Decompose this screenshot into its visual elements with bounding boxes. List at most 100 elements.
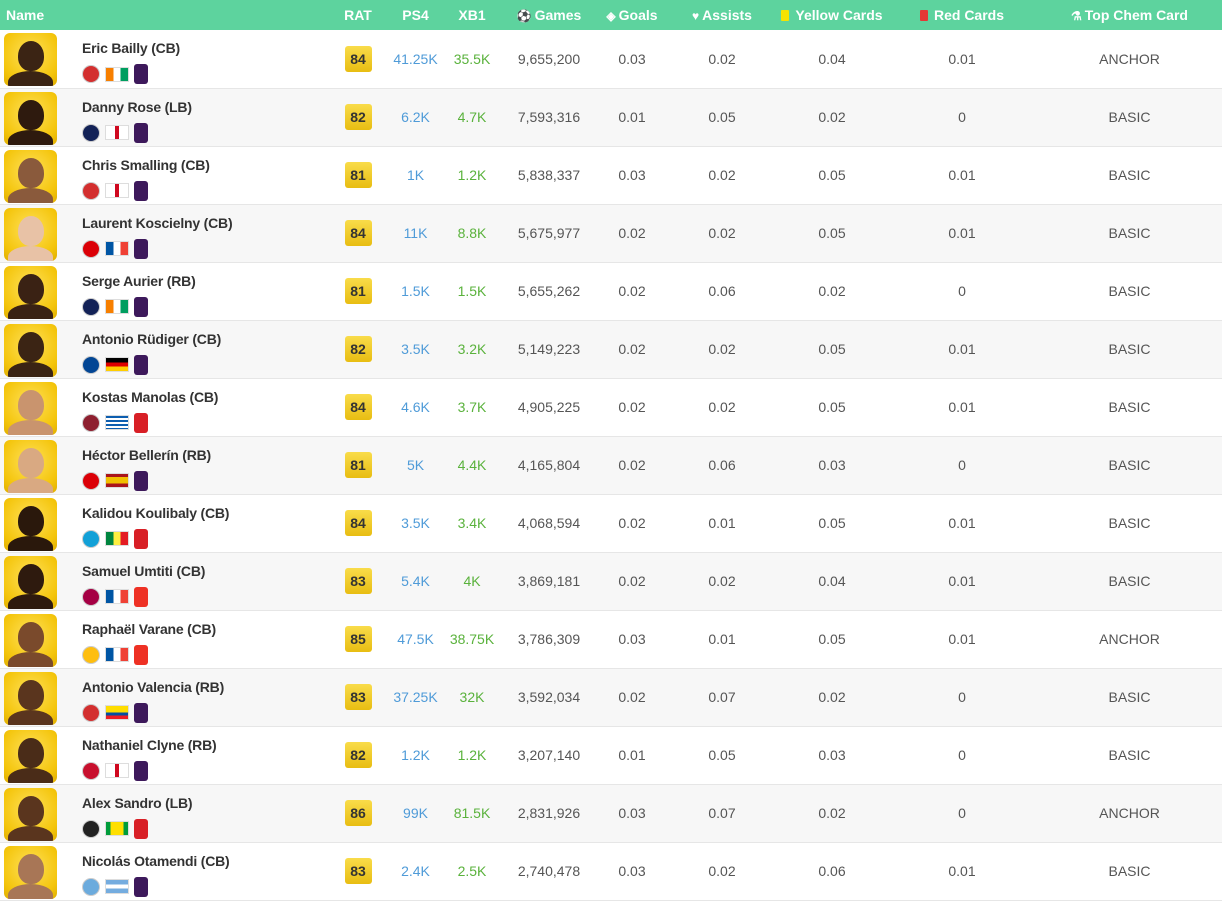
games-value: 3,786,309 [517,631,581,647]
player-name[interactable]: Kalidou Koulibaly (CB) [82,505,229,521]
rating-cell: 82 [328,320,388,378]
player-head [18,679,44,710]
games-value: 5,655,262 [517,283,581,299]
ps4-price: 6.2K [401,109,430,125]
col-header-xb1[interactable]: XB1 [443,0,501,30]
table-header-row: Name RAT PS4 XB1 ⚽ Games ◈ Goals ♥ Assists … [0,0,1222,30]
ps4-price: 1K [406,167,425,183]
col-header-ps4[interactable]: PS4 [388,0,443,30]
player-cell[interactable]: Samuel Umtiti (CB) [0,552,328,610]
player-name[interactable]: Eric Bailly (CB) [82,40,180,56]
rating-badge: 83 [344,684,372,710]
player-name[interactable]: Laurent Koscielny (CB) [82,215,233,231]
col-header-name[interactable]: Name [0,0,328,30]
player-cell[interactable]: Serge Aurier (RB) [0,262,328,320]
player-avatar[interactable] [4,671,57,725]
player-avatar[interactable] [4,381,57,435]
player-name[interactable]: Chris Smalling (CB) [82,157,210,173]
player-avatar[interactable] [4,33,57,86]
player-cell[interactable]: Raphaël Varane (CB) [0,610,328,668]
premier-league-logo-icon [134,180,148,201]
table-row[interactable]: Alex Sandro (LB) 86 99K 81.5K 2,831,926 … [0,784,1222,842]
player-head [18,215,44,246]
tottenham-badge-icon [82,297,100,316]
col-header-games[interactable]: ⚽ Games [501,0,597,30]
table-row[interactable]: Antonio Valencia (RB) 83 37.25K 32K 3,59… [0,668,1222,726]
table-row[interactable]: Eric Bailly (CB) 84 41.25K 35.5K 9,655,2… [0,30,1222,88]
player-name[interactable]: Nicolás Otamendi (CB) [82,853,230,869]
table-row[interactable]: Nathaniel Clyne (RB) 82 1.2K 1.2K 3,207,… [0,726,1222,784]
player-cell[interactable]: Antonio Valencia (RB) [0,668,328,726]
player-avatar[interactable] [4,439,57,493]
table-row[interactable]: Chris Smalling (CB) 81 1K 1.2K 5,838,337… [0,146,1222,204]
player-name[interactable]: Danny Rose (LB) [82,99,192,115]
player-cell[interactable]: Antonio Rüdiger (CB) [0,320,328,378]
nation-flag-icon [105,415,129,430]
player-avatar[interactable] [4,265,57,319]
yellow-cards-value: 0.05 [818,167,846,183]
ps4-price: 41.25K [393,50,438,67]
player-name[interactable]: Serge Aurier (RB) [82,273,196,289]
player-name[interactable]: Raphaël Varane (CB) [82,621,216,637]
player-name[interactable]: Kostas Manolas (CB) [82,389,218,405]
chem-card-value: BASIC [1108,689,1151,705]
col-header-red-cards[interactable]: Red Cards [887,0,1037,30]
table-row[interactable]: Samuel Umtiti (CB) 83 5.4K 4K 3,869,181 … [0,552,1222,610]
player-name[interactable]: Alex Sandro (LB) [82,795,193,811]
player-avatar[interactable] [4,613,57,667]
player-head [18,621,44,652]
player-avatar[interactable] [4,91,57,145]
player-avatar[interactable] [4,845,57,899]
table-row[interactable]: Raphaël Varane (CB) 85 47.5K 38.75K 3,78… [0,610,1222,668]
red-cards-value: 0 [958,283,966,299]
col-header-games-label: Games [534,7,582,23]
col-header-chem[interactable]: ⚗ Top Chem Card [1037,0,1222,30]
col-header-assists[interactable]: ♥ Assists [667,0,777,30]
player-avatar[interactable] [4,729,57,783]
rating-badge: 83 [344,568,372,594]
player-avatar[interactable] [4,323,57,377]
assists-value: 0.01 [708,515,736,531]
table-row[interactable]: Laurent Koscielny (CB) 84 11K 8.8K 5,675… [0,204,1222,262]
player-name[interactable]: Samuel Umtiti (CB) [82,563,205,579]
games-value: 3,207,140 [517,747,581,763]
player-avatar[interactable] [4,555,57,609]
table-row[interactable]: Serge Aurier (RB) 81 1.5K 1.5K 5,655,262… [0,262,1222,320]
col-header-rat[interactable]: RAT [328,0,388,30]
player-cell[interactable]: Nathaniel Clyne (RB) [0,726,328,784]
col-header-yellow-cards[interactable]: Yellow Cards [777,0,887,30]
player-name[interactable]: Nathaniel Clyne (RB) [82,737,217,753]
player-cell[interactable]: Kostas Manolas (CB) [0,378,328,436]
player-shoulders [8,71,53,86]
player-name[interactable]: Antonio Rüdiger (CB) [82,331,221,347]
player-name[interactable]: Antonio Valencia (RB) [82,679,224,695]
player-cell[interactable]: Eric Bailly (CB) [0,30,328,88]
col-header-goals[interactable]: ◈ Goals [597,0,667,30]
player-avatar[interactable] [4,149,57,203]
player-cell[interactable]: Kalidou Koulibaly (CB) [0,494,328,552]
table-row[interactable]: Kalidou Koulibaly (CB) 84 3.5K 3.4K 4,06… [0,494,1222,552]
ps4-price: 3.5K [401,515,430,531]
player-avatar[interactable] [4,497,57,551]
player-avatar[interactable] [4,207,57,261]
table-row[interactable]: Nicolás Otamendi (CB) 83 2.4K 2.5K 2,740… [0,842,1222,900]
player-cell[interactable]: Chris Smalling (CB) [0,146,328,204]
games-value: 5,838,337 [517,167,581,183]
man-utd-badge-icon [82,181,100,200]
player-cell[interactable]: Danny Rose (LB) [0,88,328,146]
table-row[interactable]: Antonio Rüdiger (CB) 82 3.5K 3.2K 5,149,… [0,320,1222,378]
premier-league-logo-icon [134,122,148,143]
table-row[interactable]: Héctor Bellerín (RB) 81 5K 4.4K 4,165,80… [0,436,1222,494]
player-cell[interactable]: Héctor Bellerín (RB) [0,436,328,494]
player-name[interactable]: Héctor Bellerín (RB) [82,447,211,463]
player-head [18,563,44,594]
player-cell[interactable]: Alex Sandro (LB) [0,784,328,842]
yellow-cards-value: 0.02 [818,109,846,125]
player-shoulders [8,709,53,725]
table-row[interactable]: Kostas Manolas (CB) 84 4.6K 3.7K 4,905,2… [0,378,1222,436]
table-row[interactable]: Danny Rose (LB) 82 6.2K 4.7K 7,593,316 0… [0,88,1222,146]
player-avatar[interactable] [4,787,57,841]
red-cards-value: 0.01 [948,167,976,183]
player-cell[interactable]: Nicolás Otamendi (CB) [0,842,328,900]
player-cell[interactable]: Laurent Koscielny (CB) [0,204,328,262]
